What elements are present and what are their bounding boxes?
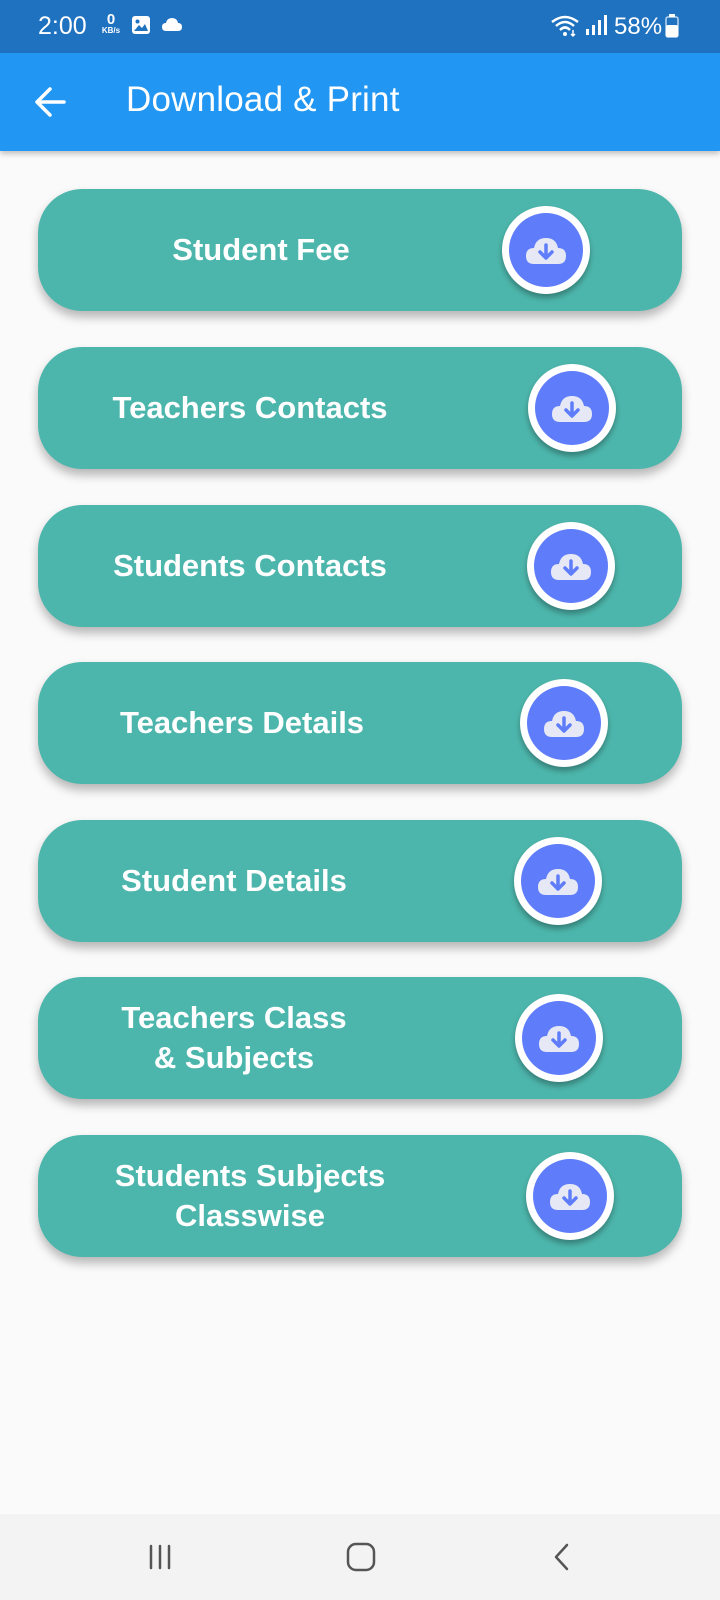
download-button-student-details[interactable] (514, 837, 602, 925)
card-teachers-contacts[interactable]: Teachers Contacts (38, 347, 682, 469)
card-students-contacts[interactable]: Students Contacts (38, 505, 682, 627)
download-button-students-subjects-classwise[interactable] (526, 1152, 614, 1240)
download-button-student-fee[interactable] (502, 206, 590, 294)
cloud-download-icon (538, 869, 578, 895)
cloud-icon (161, 15, 183, 38)
battery-percentage: 58% (614, 13, 663, 40)
network-speed-value: 0 (106, 11, 116, 28)
back-button[interactable] (26, 77, 76, 127)
wifi-icon (550, 14, 580, 43)
network-speed-unit: KB/s (101, 26, 121, 35)
cloud-download-icon (539, 1026, 579, 1052)
card-label: Student Details (121, 863, 347, 898)
page-title: Download & Print (126, 80, 400, 119)
nav-back-button[interactable] (517, 1514, 607, 1600)
signal-icon (585, 14, 607, 41)
card-teachers-details[interactable]: Teachers Details (38, 662, 682, 784)
card-label: Teachers Contacts (112, 390, 388, 425)
cloud-download-icon (550, 1184, 590, 1210)
system-nav-bar (0, 1514, 720, 1600)
cloud-download-icon (551, 554, 591, 580)
back-arrow-icon (35, 87, 66, 117)
recent-apps-button[interactable] (115, 1514, 205, 1600)
card-teachers-class-subjects[interactable]: Teachers Class & Subjects (38, 977, 682, 1099)
card-label: Teachers Details (119, 705, 365, 740)
recent-apps-icon (149, 1544, 171, 1570)
app-bar: Download & Print (0, 53, 720, 151)
back-icon (554, 1543, 569, 1571)
home-icon (346, 1542, 376, 1572)
card-student-fee[interactable]: Student Fee (38, 189, 682, 311)
card-label: Teachers Class & Subjects (121, 1000, 347, 1075)
download-button-students-contacts[interactable] (527, 522, 615, 610)
card-students-subjects-classwise[interactable]: Students Subjects Classwise (38, 1135, 682, 1257)
home-button[interactable] (316, 1514, 406, 1600)
card-student-details[interactable]: Student Details (38, 820, 682, 942)
cloud-download-icon (552, 396, 592, 422)
card-label: Student Fee (172, 232, 350, 267)
cloud-download-icon (544, 711, 584, 737)
card-label: Students Contacts (113, 548, 387, 583)
download-button-teachers-class-subjects[interactable] (515, 994, 603, 1082)
network-speed: 0 KB/s (98, 12, 124, 35)
status-time: 2:00 (38, 12, 87, 40)
cloud-download-icon (526, 238, 566, 264)
download-button-teachers-details[interactable] (520, 679, 608, 767)
battery-icon (665, 14, 679, 43)
status-bar: 2:00 0 KB/s 58% (0, 0, 720, 53)
gallery-icon (131, 15, 151, 40)
card-label: Students Subjects Classwise (114, 1158, 386, 1233)
download-button-teachers-contacts[interactable] (528, 364, 616, 452)
